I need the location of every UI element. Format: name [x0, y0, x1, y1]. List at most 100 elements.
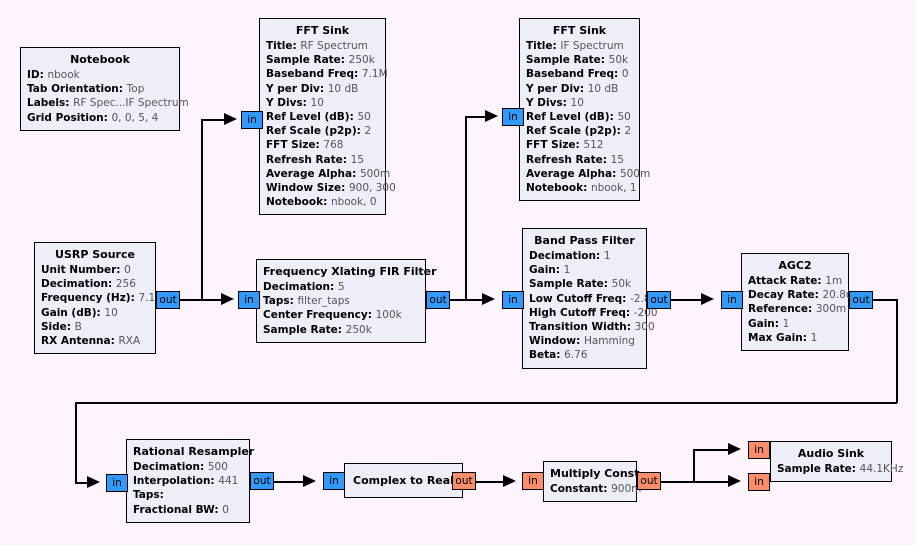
param-row: Tab Orientation: Top — [27, 82, 173, 96]
param-key: Y Divs: — [266, 96, 307, 109]
block-frequency-xlating-fir-filter[interactable]: Frequency Xlating FIR Filter Decimation:… — [256, 259, 437, 343]
param-row: Average Alpha: 500m — [266, 167, 390, 181]
param-row: Average Alpha: 500m — [526, 167, 650, 181]
param-key: Decimation: — [133, 461, 205, 473]
param-row: ID: nbook — [27, 68, 173, 82]
block-fft-sink-if-spectrum[interactable]: FFT Sink Title: IF Spectrum Sample Rate:… — [519, 18, 650, 202]
param-value: Top — [126, 83, 145, 96]
port-in-rational-resampler[interactable]: in — [106, 474, 128, 492]
param-row: Y Divs: 10 — [526, 96, 633, 110]
wire-split-to-fft-if — [465, 116, 486, 118]
param-row: Refresh Rate: 15 — [526, 153, 633, 167]
port-out-multiply-const[interactable]: out — [637, 472, 661, 490]
port-out-rational-resampler[interactable]: out — [250, 472, 274, 490]
param-key: Unit Number: — [41, 264, 121, 276]
param-key: Average Alpha: — [266, 167, 357, 180]
param-value: 500m — [359, 167, 391, 180]
param-value: 250k — [345, 323, 372, 336]
param-key: RX Antenna: — [41, 335, 115, 348]
port-in-agc2[interactable]: in — [721, 291, 743, 309]
param-value: filter_taps — [297, 295, 350, 308]
param-row: Constant: 900m — [550, 482, 641, 496]
block-title: Complex to Real — [353, 473, 454, 487]
block-notebook[interactable]: Notebook ID: nbook Tab Orientation: Top … — [20, 47, 189, 131]
param-key: Ref Level (dB): — [526, 111, 614, 124]
param-value: RF Spectrum — [300, 40, 368, 52]
port-in-fft-sink-if[interactable]: in — [502, 108, 524, 126]
wire-agc2-out-right — [873, 299, 898, 301]
block-fft-sink-rf-spectrum[interactable]: FFT Sink Title: RF Spectrum Sample Rate:… — [259, 18, 396, 216]
block-audio-sink[interactable]: Audio Sink Sample Rate: 44.1KHz — [770, 441, 903, 483]
param-row: Low Cutoff Freq: -2.8k — [529, 292, 657, 306]
param-value: B — [74, 320, 82, 333]
param-row: Grid Position: 0, 0, 5, 4 — [27, 111, 173, 125]
param-value: 0 — [621, 68, 629, 81]
wire-usrp-to-split — [180, 299, 202, 301]
block-title: FFT Sink — [295, 24, 350, 37]
param-value: IF Spectrum — [560, 40, 624, 52]
param-row: Interpolation: 441 — [133, 474, 243, 488]
block-rational-resampler[interactable]: Rational Resampler Decimation: 500 Inter… — [126, 439, 254, 523]
param-row: Baseband Freq: 7.1M — [266, 67, 388, 81]
wire-usrp-split-vertical — [201, 119, 203, 300]
port-in-multiply-const[interactable]: in — [522, 472, 544, 490]
param-key: Refresh Rate: — [266, 153, 347, 166]
param-row: FFT Size: 512 — [526, 138, 633, 152]
port-in-complex-to-real[interactable]: in — [323, 472, 345, 490]
arrow-fft-if-in — [485, 110, 498, 122]
port-in-frequency-xlating-fir-filter[interactable]: in — [238, 291, 260, 309]
block-title: FFT Sink — [552, 24, 607, 37]
param-value: 15 — [350, 153, 364, 166]
param-key: Baseband Freq: — [266, 68, 359, 81]
port-out-usrp-source[interactable]: out — [156, 291, 180, 309]
block-title: Audio Sink — [797, 447, 865, 460]
port-out-complex-to-real[interactable]: out — [452, 472, 476, 490]
block-complex-to-real[interactable]: Complex to Real — [344, 463, 463, 498]
arrow-complex-to-real-in — [303, 475, 316, 487]
param-row: Max Gain: 1 — [748, 331, 842, 345]
param-key: Taps: — [133, 489, 164, 502]
param-value: 1 — [810, 331, 818, 344]
wire-split-to-fft-rf — [201, 119, 225, 121]
port-in-fft-sink-rf[interactable]: in — [241, 111, 263, 129]
port-out-agc2[interactable]: out — [849, 291, 873, 309]
param-row: Ref Level (dB): 50 — [266, 110, 379, 124]
param-row: Window: Hamming — [529, 334, 640, 348]
block-agc2[interactable]: AGC2 Attack Rate: 1m Decay Rate: 20.8u R… — [741, 253, 853, 352]
port-in1-audio-sink[interactable]: in — [748, 473, 770, 491]
param-value: 1 — [782, 317, 790, 330]
param-row: Y per Div: 10 dB — [526, 82, 633, 96]
block-band-pass-filter[interactable]: Band Pass Filter Decimation: 1 Gain: 1 S… — [522, 228, 658, 369]
block-usrp-source[interactable]: USRP Source Unit Number: 0 Decimation: 2… — [34, 242, 164, 355]
param-value: 50k — [611, 278, 632, 291]
param-row: Decimation: 256 — [41, 277, 149, 291]
wire-agc2-left-down — [75, 402, 77, 483]
param-key: FFT Size: — [266, 139, 320, 152]
arrow-audio-sink-in0 — [728, 443, 741, 455]
wire-complex-to-real-to-multiply — [476, 481, 504, 483]
param-row: Sample Rate: 44.1KHz — [777, 462, 903, 476]
block-multiply-const[interactable]: Multiply Const Constant: 900m — [543, 461, 641, 503]
param-value: 441 — [218, 475, 239, 488]
port-out-band-pass-filter[interactable]: out — [647, 291, 671, 309]
block-title: AGC2 — [778, 259, 812, 272]
wire-split-to-audio-in0 — [693, 449, 729, 451]
param-key: Center Frequency: — [263, 309, 372, 322]
arrow-band-pass-filter-in — [482, 293, 495, 305]
param-row: Notebook: nbook, 1 — [526, 181, 637, 195]
param-value: Hamming — [583, 335, 635, 348]
param-value: 50 — [357, 111, 371, 124]
port-out-frequency-xlating-fir-filter[interactable]: out — [426, 291, 450, 309]
port-in0-audio-sink[interactable]: in — [748, 441, 770, 459]
flowgraph-canvas[interactable]: Notebook ID: nbook Tab Orientation: Top … — [0, 0, 916, 545]
port-in-band-pass-filter[interactable]: in — [502, 291, 524, 309]
param-key: Decimation: — [529, 250, 601, 262]
param-key: Y per Div: — [266, 82, 325, 95]
param-row: High Cutoff Freq: -200 — [529, 306, 658, 320]
param-value: nbook, 0 — [330, 196, 377, 209]
param-row: Refresh Rate: 15 — [266, 153, 379, 167]
param-key: Window: — [529, 335, 581, 348]
param-value: 1 — [563, 264, 571, 277]
param-row: Ref Level (dB): 50 — [526, 110, 633, 124]
param-key: Taps: — [263, 295, 294, 308]
